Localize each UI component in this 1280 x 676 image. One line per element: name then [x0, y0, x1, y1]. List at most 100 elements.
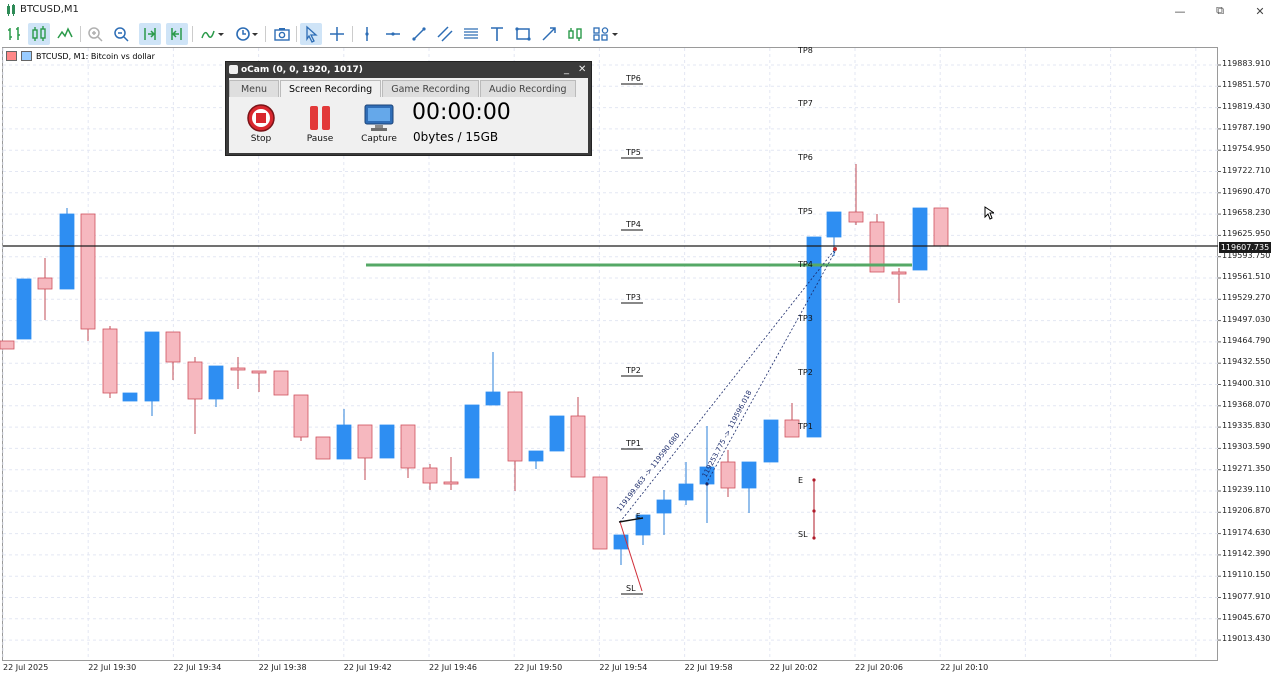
candle-body — [443, 481, 459, 485]
x-axis-label: 22 Jul 19:46 — [429, 663, 477, 672]
tab-screen-recording[interactable]: Screen Recording — [280, 80, 382, 97]
y-axis-label: 119497.030 — [1222, 314, 1271, 324]
y-axis-label: 119593.750 — [1222, 250, 1271, 260]
trend-dot — [705, 482, 709, 486]
candle-body — [678, 483, 694, 501]
y-axis-label: 119206.870 — [1222, 506, 1271, 516]
candle-body — [208, 365, 224, 400]
y-axis-label: 119432.550 — [1222, 357, 1271, 367]
candle-body — [464, 404, 480, 479]
x-axis-label: 22 Jul 19:38 — [258, 663, 307, 672]
capture-button[interactable]: Capture — [355, 102, 403, 144]
tab-audio-recording[interactable]: Audio Recording — [480, 80, 576, 97]
candle-body — [251, 370, 267, 374]
x-axis-label: 22 Jul 2025 — [3, 663, 49, 672]
y-axis-label: 119819.430 — [1222, 101, 1271, 111]
candle-body — [485, 391, 501, 406]
candle-body — [592, 476, 608, 550]
y-axis-label: 119754.950 — [1222, 144, 1271, 154]
tp-level-label: SL — [626, 584, 636, 593]
tp-level-label: TP6 — [797, 153, 813, 162]
y-axis-label: 119142.390 — [1222, 548, 1271, 558]
candle-body — [144, 331, 160, 402]
candle-body — [763, 419, 779, 463]
candle-body — [80, 213, 96, 330]
tp-level-label: TP5 — [797, 207, 813, 216]
candle-body — [656, 499, 672, 514]
tp-level-label: TP5 — [625, 148, 641, 157]
candle-body — [933, 207, 949, 247]
sl-dot — [812, 478, 816, 482]
tp-level-label: TP4 — [797, 260, 813, 269]
candle-body — [549, 415, 565, 452]
stop-label: Stop — [250, 134, 272, 144]
candle-body — [59, 213, 75, 290]
chart-caption-text: BTCUSD, M1: Bitcoin vs dollar — [36, 51, 155, 61]
tp-level-label: TP2 — [797, 368, 813, 377]
y-axis-label: 119045.670 — [1222, 612, 1271, 622]
tp-level-label: TP3 — [625, 293, 641, 302]
candle-body — [187, 361, 203, 400]
tp-level-label: TP1 — [797, 422, 813, 431]
ocam-body: Menu Screen Recording Game Recording Aud… — [229, 78, 588, 153]
y-axis-label: 119561.510 — [1222, 272, 1271, 281]
tp-level-label: TP8 — [797, 46, 813, 55]
x-axis-label: 22 Jul 20:10 — [940, 663, 989, 672]
tab-menu[interactable]: Menu — [229, 80, 279, 97]
candle-body — [784, 419, 800, 438]
candle-body — [0, 340, 15, 350]
candle-body — [315, 436, 331, 460]
x-axis-label: 22 Jul 20:02 — [769, 663, 818, 672]
y-axis-label: 119110.150 — [1222, 570, 1271, 580]
candle-body — [912, 207, 928, 271]
pause-label: Pause — [306, 134, 334, 144]
ocam-title: oCam (0, 0, 1920, 1017) — [241, 65, 363, 75]
tp-level-label: TP1 — [625, 439, 641, 448]
candle-body — [37, 277, 53, 290]
y-axis-label: 119271.350 — [1222, 463, 1271, 473]
candle-body — [165, 331, 181, 363]
y-axis-label: 119174.630 — [1222, 527, 1271, 537]
stop-button[interactable]: Stop — [237, 102, 285, 144]
x-axis-label: 22 Jul 19:30 — [88, 663, 137, 672]
candle-body — [293, 394, 309, 438]
price-chart: TP6TP5TP4TP3TP2TP1SLTP8TP7TP6TP5TP4TP3TP… — [0, 46, 1221, 660]
candle-body — [102, 328, 118, 394]
y-axis-label: 119658.230 — [1222, 208, 1271, 218]
tp-level-label: TP6 — [625, 74, 641, 83]
y-axis-label: 119368.070 — [1222, 399, 1271, 409]
ocam-minimize-button[interactable]: _ — [564, 63, 569, 77]
x-axis-label: 22 Jul 20:06 — [855, 663, 903, 672]
sl-dot — [812, 509, 816, 513]
x-axis-label: 22 Jul 19:50 — [514, 663, 563, 672]
ocam-close-button[interactable]: ✕ — [578, 63, 586, 77]
candle-body — [826, 211, 842, 238]
y-axis-label: 119013.430 — [1222, 634, 1271, 644]
y-axis-label: 119690.470 — [1222, 186, 1271, 196]
recording-timer: 00:00:00 — [412, 100, 511, 125]
candle-body — [357, 424, 373, 459]
candle-body — [379, 424, 395, 459]
chart-type-icon — [6, 51, 17, 61]
candle-body — [16, 278, 32, 340]
y-axis-label: 119625.950 — [1222, 229, 1271, 239]
pause-button[interactable]: Pause — [296, 102, 344, 144]
sl-dot — [812, 536, 816, 540]
candle-body — [336, 424, 352, 460]
tp-level-label: TP2 — [625, 366, 641, 375]
y-axis-label: 119464.790 — [1222, 335, 1271, 345]
y-axis-label: 119400.310 — [1222, 378, 1271, 388]
y-axis-label: 119303.590 — [1222, 442, 1271, 452]
tab-game-recording[interactable]: Game Recording — [382, 80, 480, 97]
y-axis-label: 119851.570 — [1222, 80, 1271, 90]
mouse-cursor-icon — [984, 206, 994, 220]
tp-level-label: SL — [798, 530, 808, 539]
candle-body — [528, 450, 544, 462]
recording-size: 0bytes / 15GB — [413, 130, 499, 144]
candle-body — [273, 370, 289, 396]
candle-body — [422, 467, 438, 484]
entry-dot — [833, 247, 837, 251]
tp-level-label: TP4 — [625, 220, 641, 229]
ocam-app-icon — [229, 65, 238, 74]
x-axis-label: 22 Jul 19:54 — [599, 663, 648, 672]
